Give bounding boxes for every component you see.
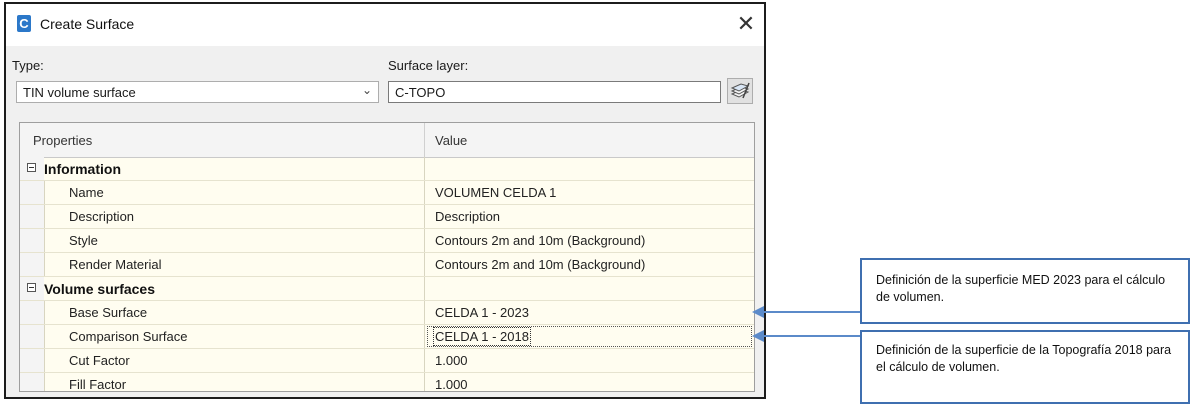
grid-header: Properties Value xyxy=(20,123,754,158)
chevron-down-icon: ⌄ xyxy=(361,83,372,97)
property-value: VOLUMEN CELDA 1 xyxy=(435,185,557,200)
property-label: Render Material xyxy=(69,257,162,272)
surface-layer-value: C-TOPO xyxy=(395,85,446,100)
property-row-fill-factor[interactable]: Fill Factor 1.000 xyxy=(20,373,754,392)
layer-select-button[interactable] xyxy=(727,78,753,104)
property-label: Description xyxy=(69,209,135,224)
property-row-cut-factor[interactable]: Cut Factor 1.000 xyxy=(20,349,754,373)
property-label: Fill Factor xyxy=(69,377,127,392)
property-row-render-material[interactable]: Render Material Contours 2m and 10m (Bac… xyxy=(20,253,754,277)
annotation-base-surface: Definición de la superficie MED 2023 par… xyxy=(860,258,1190,324)
property-value: CELDA 1 - 2018 xyxy=(433,327,531,346)
property-row-style[interactable]: Style Contours 2m and 10m (Background) xyxy=(20,229,754,253)
value-column-header: Value xyxy=(435,133,468,148)
type-select-value: TIN volume surface xyxy=(23,85,136,100)
annotation-arrows xyxy=(752,306,860,342)
layers-icon xyxy=(730,82,750,99)
property-row-base-surface[interactable]: Base Surface CELDA 1 - 2023 xyxy=(20,301,754,325)
property-value: Contours 2m and 10m (Background) xyxy=(435,257,646,272)
column-divider[interactable] xyxy=(424,123,425,157)
app-icon: C xyxy=(17,15,31,32)
category-volume-surfaces[interactable]: Volume surfaces xyxy=(20,277,754,301)
category-information[interactable]: Information xyxy=(20,157,754,181)
property-row-description[interactable]: Description Description xyxy=(20,205,754,229)
property-label: Style xyxy=(69,233,98,248)
arrow-head-base xyxy=(752,306,764,318)
property-label: Comparison Surface xyxy=(69,329,188,344)
properties-column-header: Properties xyxy=(33,133,93,148)
surface-layer-label: Surface layer: xyxy=(388,58,469,73)
property-value: Description xyxy=(435,209,501,224)
type-select[interactable]: TIN volume surface ⌄ xyxy=(16,81,379,103)
property-row-name[interactable]: Name VOLUMEN CELDA 1 xyxy=(20,181,754,205)
property-value: 1.000 xyxy=(435,353,468,368)
property-label: Name xyxy=(69,185,104,200)
category-label: Volume surfaces xyxy=(44,281,156,297)
property-value: CELDA 1 - 2023 xyxy=(435,305,529,320)
property-row-comparison-surface[interactable]: Comparison Surface CELDA 1 - 2018 xyxy=(20,325,754,349)
property-label: Cut Factor xyxy=(69,353,130,368)
arrow-head-comparison xyxy=(752,330,764,342)
surface-layer-field[interactable]: C-TOPO xyxy=(388,81,721,103)
properties-grid: Properties Value Information Name VOLUME… xyxy=(19,122,755,392)
close-button[interactable]: ✕ xyxy=(732,10,760,38)
category-label: Information xyxy=(44,161,121,177)
property-value: 1.000 xyxy=(435,377,468,392)
property-value: Contours 2m and 10m (Background) xyxy=(435,233,646,248)
create-surface-dialog: C Create Surface ✕ Type: TIN volume surf… xyxy=(4,2,766,399)
window-title: Create Surface xyxy=(40,16,135,32)
annotation-comparison-surface: Definición de la superficie de la Topogr… xyxy=(860,330,1190,404)
title-bar: C Create Surface ✕ xyxy=(6,4,764,46)
property-label: Base Surface xyxy=(69,305,148,320)
type-label: Type: xyxy=(12,58,44,73)
